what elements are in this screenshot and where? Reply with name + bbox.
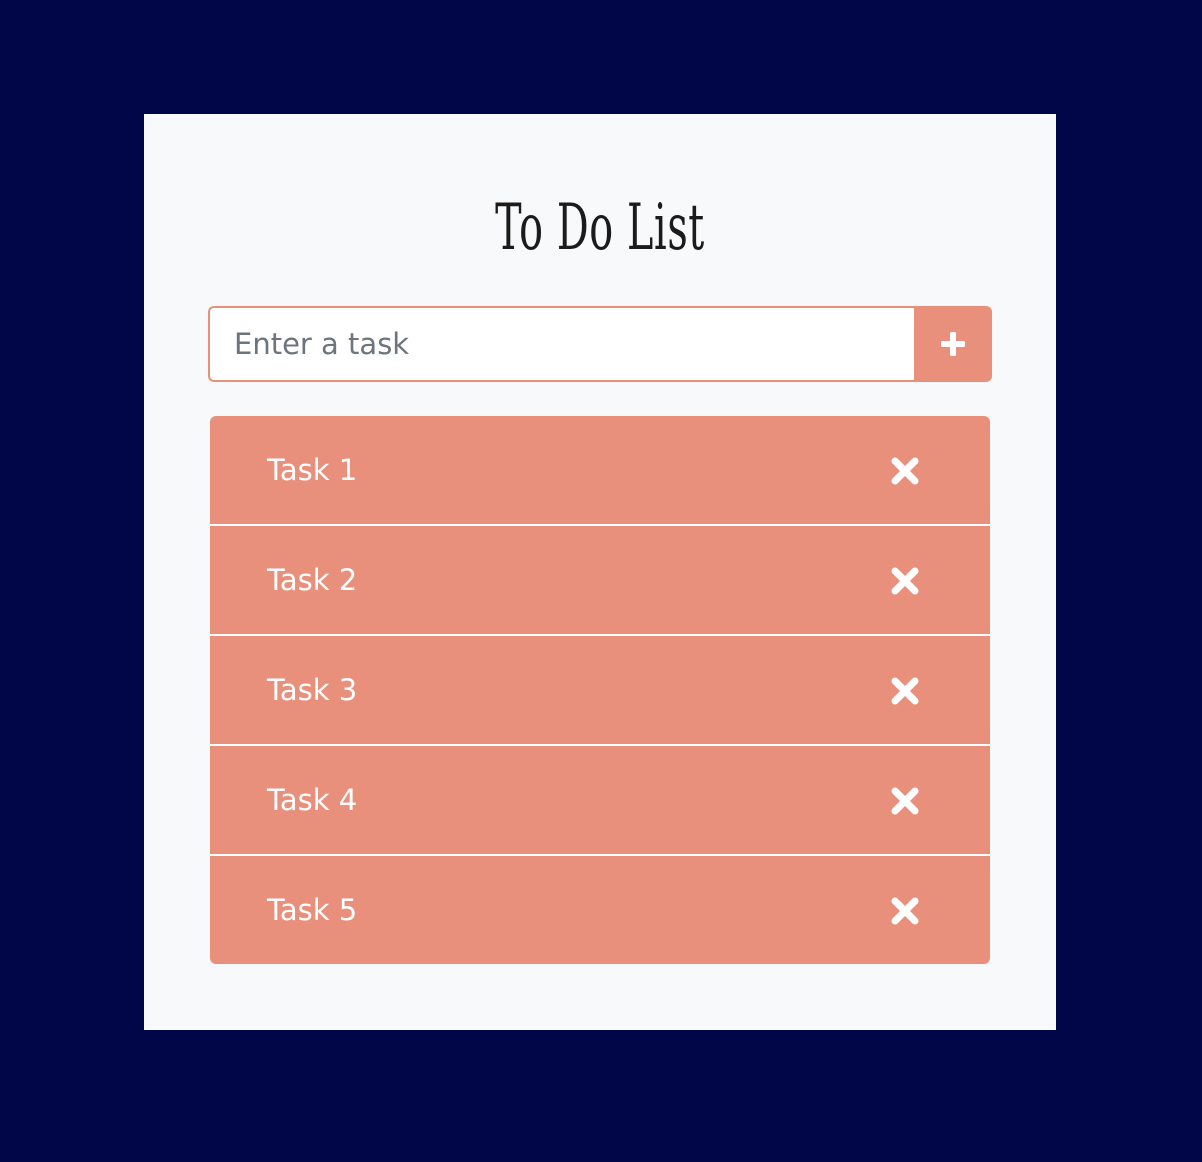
task-item: Task 3 (210, 636, 990, 746)
task-item: Task 1 (210, 416, 990, 526)
delete-task-button[interactable] (888, 564, 922, 598)
close-icon (891, 567, 919, 595)
delete-task-button[interactable] (888, 674, 922, 708)
task-list: Task 1 Task 2 Task 3 Task 4 Task 5 (210, 416, 990, 964)
todo-card: To Do List Task 1 Task 2 (144, 114, 1056, 1030)
task-label: Task 4 (267, 783, 358, 817)
close-icon (891, 787, 919, 815)
task-label: Task 2 (267, 563, 358, 597)
add-task-form (208, 306, 992, 382)
task-item: Task 5 (210, 856, 990, 964)
task-label: Task 3 (267, 673, 358, 707)
title-area: To Do List (144, 178, 1056, 278)
plus-icon (941, 332, 965, 356)
task-item: Task 4 (210, 746, 990, 856)
delete-task-button[interactable] (888, 784, 922, 818)
close-icon (891, 677, 919, 705)
task-label: Task 5 (267, 893, 358, 927)
task-label: Task 1 (267, 453, 358, 487)
close-icon (891, 457, 919, 485)
close-icon (891, 897, 919, 925)
task-item: Task 2 (210, 526, 990, 636)
add-task-button[interactable] (914, 306, 992, 382)
task-input[interactable] (208, 306, 914, 382)
page-title: To Do List (495, 191, 705, 265)
delete-task-button[interactable] (888, 454, 922, 488)
delete-task-button[interactable] (888, 894, 922, 928)
